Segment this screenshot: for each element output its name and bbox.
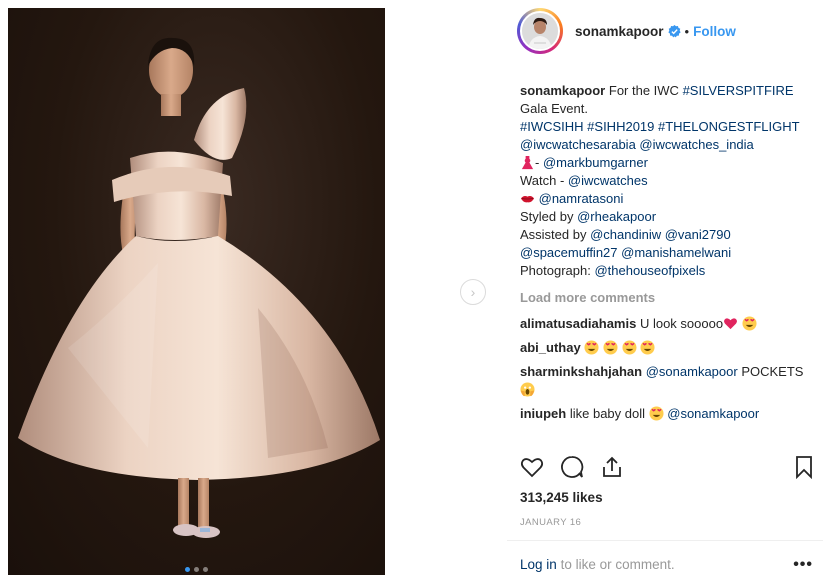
post-sidebar: sonamkapoor • Follow sonamkapoor For the… xyxy=(507,0,823,575)
bookmark-icon[interactable] xyxy=(792,455,816,479)
caption-text: For the IWC xyxy=(608,83,679,98)
heart-eyes-emoji-icon xyxy=(640,340,655,355)
chevron-right-icon: › xyxy=(470,284,476,300)
caption-text: Gala Event. xyxy=(520,101,588,116)
carousel-dot xyxy=(194,567,199,572)
comment-item: sharminkshahjahan @sonamkapoor POCKETS xyxy=(520,363,815,399)
comment-username[interactable]: abi_uthay xyxy=(520,340,581,355)
login-prompt: Log in to like or comment. xyxy=(520,557,675,572)
share-icon[interactable] xyxy=(600,455,624,479)
heart-eyes-emoji-icon xyxy=(742,316,757,331)
comment-text: like baby doll xyxy=(569,406,645,421)
comment-text: U look sooooo xyxy=(639,316,724,331)
red-heart-emoji-icon xyxy=(724,318,738,330)
login-prompt-text: to like or comment. xyxy=(560,557,675,572)
caption-text: - xyxy=(535,155,543,170)
caption-text: Assisted by xyxy=(520,227,591,242)
comment-bubble-icon[interactable] xyxy=(560,455,584,479)
caption: sonamkapoor For the IWC #SILVERSPITFIRE … xyxy=(520,82,815,280)
comment-item: abi_uthay xyxy=(520,339,815,357)
load-more-comments-button[interactable]: Load more comments xyxy=(520,289,815,307)
story-ring[interactable] xyxy=(517,8,563,54)
mention-link[interactable]: @markbumgarner xyxy=(543,155,648,170)
comment-username[interactable]: alimatusadiahamis xyxy=(520,316,636,331)
avatar[interactable] xyxy=(520,11,560,51)
post-photo[interactable] xyxy=(8,8,385,575)
heart-icon[interactable] xyxy=(520,455,544,479)
divider xyxy=(507,540,823,541)
caption-text: Photograph: xyxy=(520,263,595,278)
post-header: sonamkapoor • Follow xyxy=(507,0,823,62)
carousel-dot xyxy=(203,567,208,572)
post-author-username[interactable]: sonamkapoor xyxy=(575,24,664,39)
comment-item: alimatusadiahamis U look sooooo xyxy=(520,315,815,333)
heart-eyes-emoji-icon xyxy=(649,406,664,421)
carousel-dot xyxy=(185,567,190,572)
caption-text: Styled by xyxy=(520,209,578,224)
mention-link[interactable]: @sonamkapoor xyxy=(667,406,759,421)
comment-username[interactable]: sharminkshahjahan xyxy=(520,364,642,379)
mention-link[interactable]: @sonamkapoor xyxy=(646,364,738,379)
dress-emoji-icon xyxy=(521,155,534,170)
heart-eyes-emoji-icon xyxy=(584,340,599,355)
follow-button[interactable]: Follow xyxy=(693,24,736,39)
header-separator: • xyxy=(684,23,690,39)
caption-username[interactable]: sonamkapoor xyxy=(520,83,605,98)
screaming-face-emoji-icon xyxy=(520,382,535,397)
post-date[interactable]: JANUARY 16 xyxy=(520,517,581,528)
caption-text: Watch - xyxy=(520,173,568,188)
heart-eyes-emoji-icon xyxy=(603,340,618,355)
carousel-indicators xyxy=(8,567,385,572)
hashtag-link[interactable]: #IWCSIHH #SIHH2019 #THELONGESTFLIGHT xyxy=(520,119,800,134)
lips-emoji-icon xyxy=(520,196,535,203)
more-options-icon[interactable]: ••• xyxy=(793,556,813,574)
likes-count[interactable]: 313,245 likes xyxy=(520,490,603,505)
login-link[interactable]: Log in xyxy=(520,557,557,572)
mention-link[interactable]: @iwcwatchesarabia @iwcwatches_india xyxy=(520,137,754,152)
mention-link[interactable]: @iwcwatches xyxy=(568,173,648,188)
verified-badge-icon xyxy=(667,24,681,37)
mention-link[interactable]: @rheakapoor xyxy=(577,209,656,224)
hashtag-link[interactable]: #SILVERSPITFIRE xyxy=(683,83,794,98)
mention-link[interactable]: @chandiniw @vani2790 xyxy=(590,227,731,242)
comment-item: iniupeh like baby doll @sonamkapoor xyxy=(520,405,815,423)
dress-illustration xyxy=(18,37,380,538)
mention-link[interactable]: @thehouseofpixels xyxy=(594,263,705,278)
mention-link[interactable]: @spacemuffin27 @manishamelwani xyxy=(520,245,731,260)
comments-section: sonamkapoor For the IWC #SILVERSPITFIRE … xyxy=(520,82,815,429)
mention-link[interactable]: @namratasoni xyxy=(539,191,624,206)
carousel-next-button[interactable]: › xyxy=(460,279,486,305)
comment-username[interactable]: iniupeh xyxy=(520,406,566,421)
comment-text: POCKETS xyxy=(741,364,804,379)
heart-eyes-emoji-icon xyxy=(622,340,637,355)
post-actions xyxy=(520,455,816,483)
